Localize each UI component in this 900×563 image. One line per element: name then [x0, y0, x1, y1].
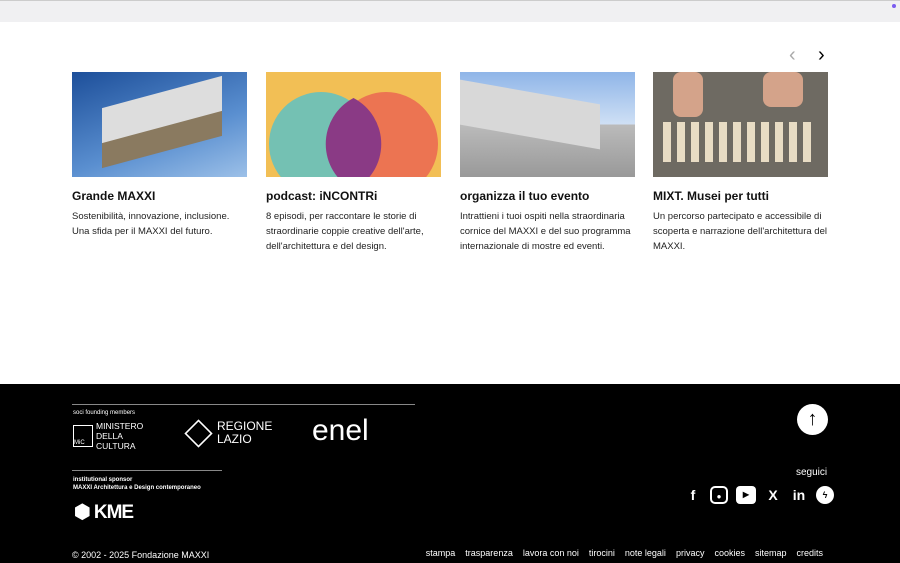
scroll-top-button[interactable]: ↑	[797, 404, 828, 435]
copyright: © 2002 - 2025 Fondazione MAXXI	[72, 550, 210, 560]
x-icon[interactable]: X	[764, 486, 782, 504]
mic-mark: MiC	[73, 425, 93, 447]
card-grande-maxxi[interactable]: Grande MAXXI Sostenibilità, innovazione,…	[72, 72, 247, 239]
card-image[interactable]	[266, 72, 441, 177]
carousel-prev-button[interactable]: ‹	[789, 44, 796, 67]
sponsor-subtitle: MAXXI Architettura e Design contemporane…	[73, 485, 201, 491]
mic-text: MINISTERO DELLA CULTURA	[96, 421, 144, 451]
instagram-icon[interactable]: ●	[710, 486, 728, 504]
lazio-text: REGIONE LAZIO	[217, 419, 273, 446]
indicator-dot	[892, 4, 896, 8]
card-text: Intrattieni i tuoi ospiti nella straordi…	[460, 211, 631, 252]
link-lavora[interactable]: lavora con noi	[523, 548, 579, 558]
logo-regione-lazio[interactable]: REGIONE LAZIO	[184, 418, 277, 448]
card-image[interactable]	[72, 72, 247, 177]
founding-label: soci founding members	[73, 410, 136, 416]
card-podcast[interactable]: podcast: iNCONTRi 8 episodi, per raccont…	[266, 72, 441, 254]
sponsor-label: institutional sponsor	[73, 477, 133, 483]
footer: soci founding members MiC MINISTERO DELLA…	[0, 384, 900, 563]
linkedin-icon[interactable]: in	[790, 486, 808, 504]
link-trasparenza[interactable]: trasparenza	[465, 548, 513, 558]
card-title[interactable]: organizza il tuo evento	[460, 189, 635, 203]
card-title[interactable]: Grande MAXXI	[72, 189, 247, 203]
youtube-icon[interactable]: ▶	[736, 486, 756, 504]
link-credits[interactable]: credits	[796, 548, 823, 558]
link-cookies[interactable]: cookies	[714, 548, 745, 558]
card-image[interactable]	[653, 72, 828, 177]
link-sitemap[interactable]: sitemap	[755, 548, 787, 558]
messenger-icon[interactable]: ϟ	[816, 486, 834, 504]
social-links: f ● ▶ X in ϟ	[684, 486, 834, 504]
card-text: 8 episodi, per raccontare le storie di s…	[266, 211, 424, 252]
card-mixt[interactable]: MIXT. Musei per tutti Un percorso partec…	[653, 72, 828, 254]
divider	[72, 470, 222, 471]
link-tirocini[interactable]: tirocini	[589, 548, 615, 558]
card-title[interactable]: podcast: iNCONTRi	[266, 189, 441, 203]
footer-links: stampa trasparenza lavora con noi tiroci…	[426, 548, 823, 558]
logo-mic[interactable]: MiC MINISTERO DELLA CULTURA	[73, 421, 162, 451]
logo-kme[interactable]: ⬢ KME	[74, 501, 134, 524]
seguici-label: seguici	[796, 467, 828, 478]
carousel-next-button[interactable]: ›	[818, 44, 825, 67]
link-privacy[interactable]: privacy	[676, 548, 705, 558]
browser-bar	[0, 0, 900, 22]
card-evento[interactable]: organizza il tuo evento Intrattieni i tu…	[460, 72, 635, 254]
lazio-emblem	[184, 418, 213, 448]
logo-enel[interactable]: enel	[312, 414, 369, 448]
facebook-icon[interactable]: f	[684, 486, 702, 504]
link-stampa[interactable]: stampa	[426, 548, 456, 558]
card-image[interactable]	[460, 72, 635, 177]
kme-text: KME	[93, 502, 134, 523]
link-note-legali[interactable]: note legali	[625, 548, 666, 558]
card-text: Un percorso partecipato e accessibile di…	[653, 211, 827, 252]
card-title[interactable]: MIXT. Musei per tutti	[653, 189, 828, 203]
divider	[72, 404, 415, 405]
card-text: Sostenibilità, innovazione, inclusione. …	[72, 211, 230, 237]
